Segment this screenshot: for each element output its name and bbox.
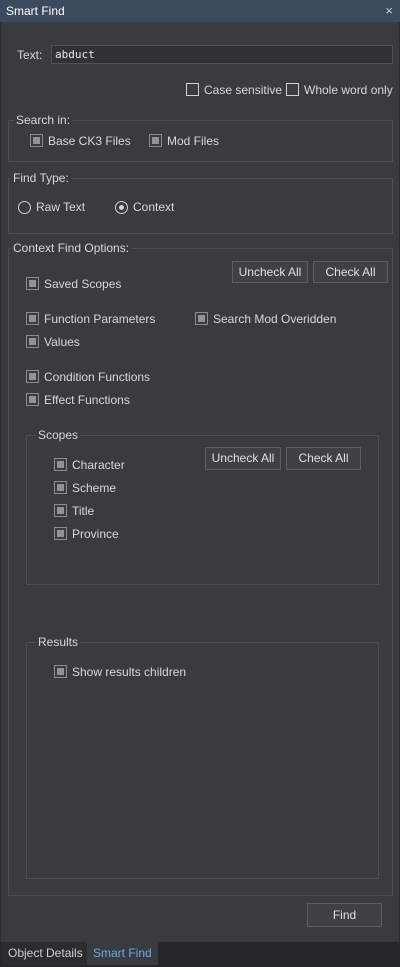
scope-province-checkbox[interactable] [54,527,67,540]
close-icon[interactable]: × [385,0,393,22]
function-parameters-checkbox[interactable] [26,312,39,325]
context-label: Context [133,200,175,214]
context-radio[interactable] [115,201,128,214]
text-label: Text: [17,48,43,62]
base-files-checkbox[interactable] [30,134,43,147]
title-bar: Smart Find × [0,0,400,22]
scope-title-label: Title [72,504,95,518]
raw-text-label: Raw Text [36,200,86,214]
scopes-check-all-button[interactable]: Check All [286,447,361,470]
context-check-all-button[interactable]: Check All [313,261,388,283]
search-text-input[interactable] [51,45,393,64]
effect-functions-label: Effect Functions [44,393,130,407]
mod-files-label: Mod Files [167,134,220,148]
show-results-children-checkbox[interactable] [54,665,67,678]
scopes-uncheck-all-button[interactable]: Uncheck All [205,447,281,470]
tab-object-details[interactable]: Object Details [2,942,89,965]
results-title: Results [36,635,81,649]
bottom-tab-bar: Object Details Smart Find [0,942,400,967]
find-button[interactable]: Find [307,903,382,927]
case-sensitive-label: Case sensitive [204,83,283,97]
context-uncheck-all-button[interactable]: Uncheck All [232,261,308,283]
mod-files-checkbox[interactable] [149,134,162,147]
search-mod-overidden-label: Search Mod Overidden [213,312,337,326]
scope-title-checkbox[interactable] [54,504,67,517]
values-checkbox[interactable] [26,335,39,348]
condition-functions-label: Condition Functions [44,370,151,384]
values-label: Values [44,335,80,349]
condition-functions-checkbox[interactable] [26,370,39,383]
window-title: Smart Find [6,4,65,18]
whole-word-label: Whole word only [304,83,393,97]
scope-character-label: Character [72,458,125,472]
case-sensitive-checkbox[interactable] [186,83,199,96]
whole-word-checkbox[interactable] [286,83,299,96]
base-files-label: Base CK3 Files [48,134,131,148]
tab-smart-find[interactable]: Smart Find [87,942,158,965]
find-type-title: Find Type: [11,171,71,185]
search-mod-overidden-checkbox[interactable] [195,312,208,325]
function-parameters-label: Function Parameters [44,312,156,326]
search-in-title: Search in: [14,113,73,127]
show-results-children-label: Show results children [72,665,187,679]
scope-province-label: Province [72,527,119,541]
raw-text-radio[interactable] [18,201,31,214]
scope-scheme-label: Scheme [72,481,117,495]
effect-functions-checkbox[interactable] [26,393,39,406]
scope-scheme-checkbox[interactable] [54,481,67,494]
scopes-title: Scopes [36,428,81,442]
saved-scopes-checkbox[interactable] [26,277,39,290]
context-options-title: Context Find Options: [11,241,132,255]
scope-character-checkbox[interactable] [54,458,67,471]
saved-scopes-label: Saved Scopes [44,277,122,291]
